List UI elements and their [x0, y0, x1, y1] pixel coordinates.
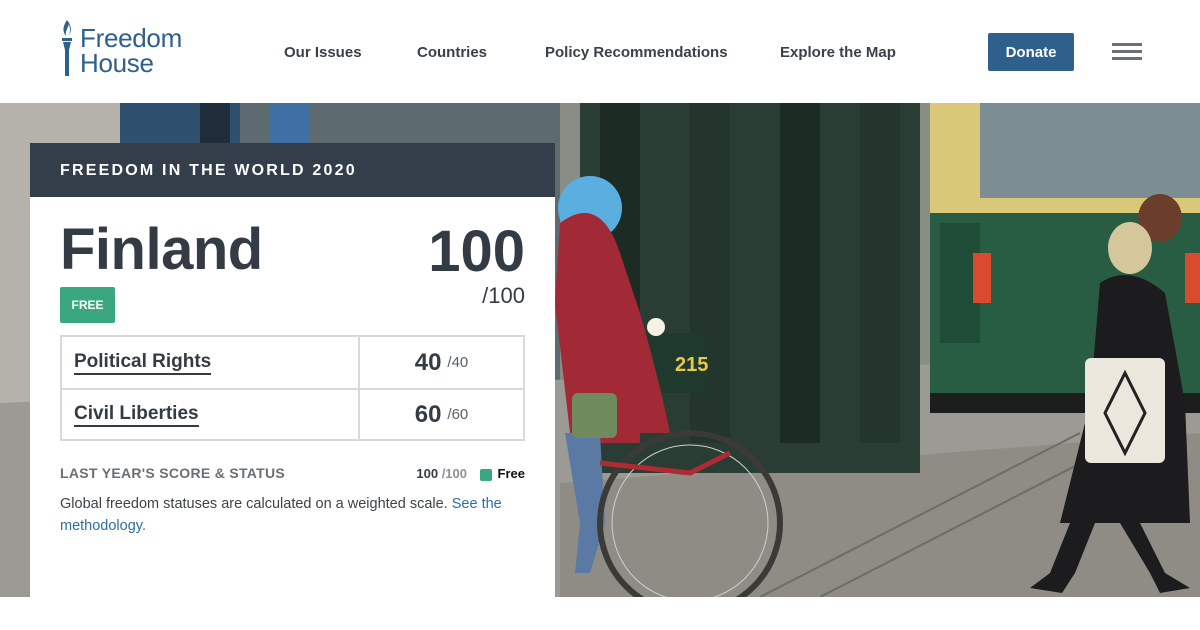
methodology-note-text: Global freedom statuses are calculated o…: [60, 496, 448, 512]
total-score: 100: [428, 219, 525, 284]
civil-liberties-score: 60: [414, 400, 442, 428]
total-score-max: /100: [482, 283, 525, 308]
last-year-score: 100 /100: [416, 466, 467, 481]
donate-button[interactable]: Donate: [988, 33, 1074, 71]
site-header: Freedom House Our Issues Countries Polic…: [0, 0, 1200, 103]
nav-explore-the-map[interactable]: Explore the Map: [780, 44, 896, 61]
freedom-house-logo[interactable]: Freedom House: [60, 20, 200, 80]
score-row-political-rights: Political Rights 40 /40: [62, 337, 523, 388]
torch-icon: [62, 20, 72, 76]
hamburger-menu-icon[interactable]: [1112, 43, 1142, 61]
nav-our-issues[interactable]: Our Issues: [284, 44, 362, 61]
report-title: FREEDOM IN THE WORLD 2020: [30, 143, 555, 197]
civil-liberties-link[interactable]: Civil Liberties: [74, 403, 199, 427]
score-breakdown-table: Political Rights 40 /40 Civil Liberties …: [60, 335, 525, 441]
nav-countries[interactable]: Countries: [417, 44, 487, 61]
political-rights-max: /40: [447, 354, 469, 371]
methodology-note: Global freedom statuses are calculated o…: [60, 493, 520, 537]
last-year-label: LAST YEAR'S SCORE & STATUS: [60, 465, 286, 481]
logo-line-2: House: [80, 48, 154, 78]
status-badge: FREE: [60, 287, 115, 323]
last-year-status: Free: [497, 466, 525, 481]
civil-liberties-max: /60: [447, 406, 469, 423]
country-name: Finland: [60, 217, 263, 282]
political-rights-score: 40: [414, 348, 442, 376]
last-year-score-value: 100: [416, 466, 439, 481]
last-year-score-max: /100: [441, 466, 467, 481]
score-row-civil-liberties: Civil Liberties 60 /60: [62, 388, 523, 439]
status-free-icon: [480, 469, 492, 481]
political-rights-link[interactable]: Political Rights: [74, 351, 212, 375]
last-year-summary: LAST YEAR'S SCORE & STATUS 100 /100 Free: [60, 465, 525, 485]
nav-policy-recommendations[interactable]: Policy Recommendations: [545, 44, 728, 61]
country-score-card: FREEDOM IN THE WORLD 2020 Finland FREE 1…: [30, 143, 555, 597]
tram-number: 215: [675, 354, 708, 376]
